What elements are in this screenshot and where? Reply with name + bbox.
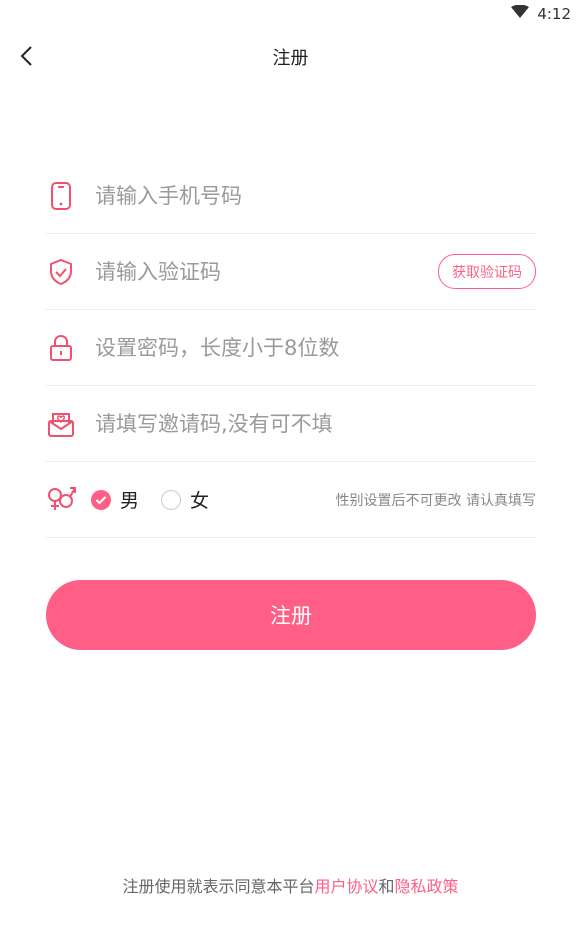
privacy-policy-link[interactable]: 隐私政策 <box>395 877 459 896</box>
status-time: 4:12 <box>537 5 571 23</box>
shield-check-icon <box>45 256 77 288</box>
wifi-icon <box>511 4 530 23</box>
gender-icon <box>45 484 77 516</box>
user-agreement-link[interactable]: 用户协议 <box>314 877 378 896</box>
password-input[interactable] <box>95 335 536 360</box>
agreement-footer: 注册使用就表示同意本平台用户协议和隐私政策 <box>0 873 581 897</box>
phone-row <box>45 158 536 234</box>
invite-row <box>45 386 536 462</box>
gender-male-label: 男 <box>120 490 140 512</box>
envelope-heart-icon <box>45 408 77 440</box>
agreement-prefix: 注册使用就表示同意本平台 <box>122 877 315 896</box>
gender-row: 男 女 性别设置后不可更改 请认真填写 <box>45 462 536 538</box>
unchecked-icon <box>161 489 182 510</box>
register-button[interactable]: 注册 <box>46 580 536 650</box>
status-bar: 4:12 <box>0 0 581 34</box>
checked-icon <box>91 489 111 510</box>
phone-input[interactable] <box>95 183 536 208</box>
invite-input[interactable] <box>95 411 536 436</box>
gender-female-label: 女 <box>190 490 210 512</box>
lock-icon <box>45 332 77 364</box>
gender-note: 性别设置后不可更改 请认真填写 <box>335 492 536 509</box>
agreement-conjunction: 和 <box>378 877 395 896</box>
nav-bar: 注册 <box>0 34 581 80</box>
page-title: 注册 <box>272 48 309 69</box>
get-code-button[interactable]: 获取验证码 <box>438 254 536 289</box>
register-form: 获取验证码 男 女 性别设置后不可更改 请认真填写 <box>45 158 536 538</box>
status-right: 4:12 <box>511 4 571 23</box>
code-row: 获取验证码 <box>45 234 536 310</box>
gender-female-radio[interactable]: 女 <box>161 486 209 513</box>
phone-icon <box>45 180 77 212</box>
gender-male-radio[interactable]: 男 <box>91 486 139 513</box>
password-row <box>45 310 536 386</box>
